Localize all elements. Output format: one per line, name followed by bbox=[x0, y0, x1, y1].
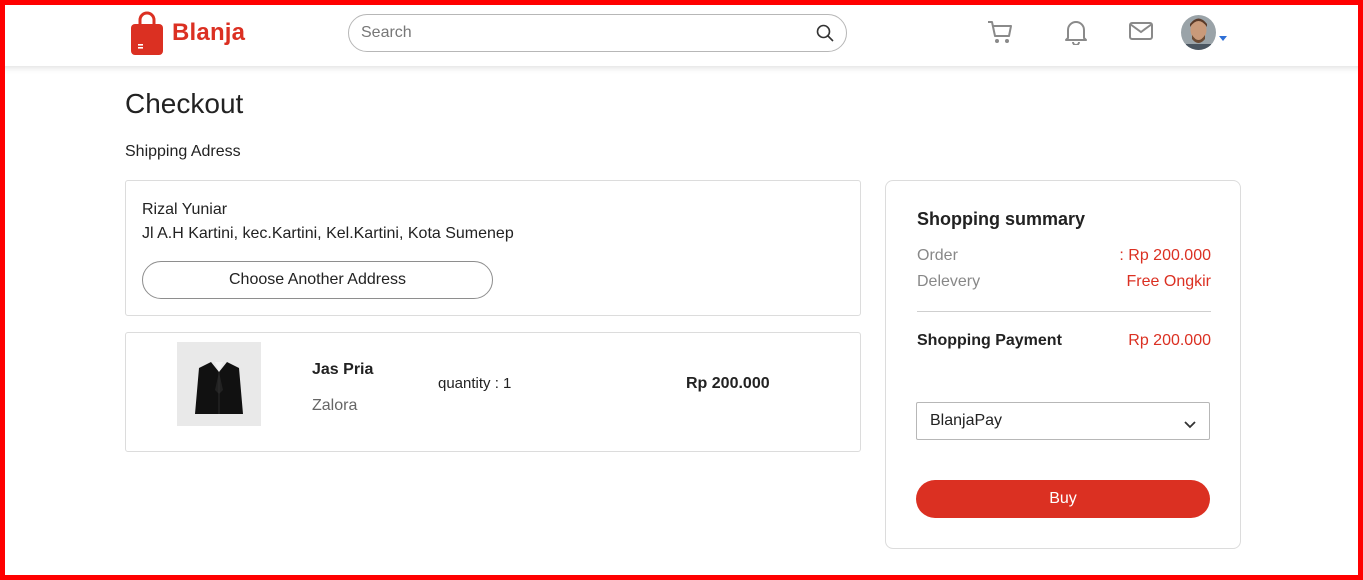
summary-divider bbox=[917, 311, 1211, 312]
page-title: Checkout bbox=[125, 88, 244, 119]
product-name: Jas Pria bbox=[312, 361, 374, 378]
address-line: Jl A.H Kartini, kec.Kartini, Kel.Kartini… bbox=[142, 225, 514, 242]
order-label: Order bbox=[917, 247, 958, 264]
search-bar[interactable] bbox=[348, 14, 847, 52]
choose-another-address-button[interactable]: Choose Another Address bbox=[142, 261, 493, 299]
shopping-summary-card: Shopping summary Order : Rp 200.000 Dele… bbox=[885, 180, 1241, 549]
search-icon[interactable] bbox=[816, 24, 834, 47]
mail-icon[interactable] bbox=[1129, 21, 1153, 46]
product-price: Rp 200.000 bbox=[686, 375, 770, 392]
brand-logo[interactable]: Blanja bbox=[130, 11, 245, 55]
payment-method-value: BlanjaPay bbox=[930, 412, 1003, 429]
search-input[interactable] bbox=[361, 22, 801, 44]
cart-item-card: Jas Pria Zalora quantity : 1 Rp 200.000 bbox=[125, 332, 861, 452]
payment-label: Shopping Payment bbox=[917, 332, 1062, 349]
top-navbar: Blanja bbox=[0, 0, 1363, 66]
recipient-name: Rizal Yuniar bbox=[142, 201, 228, 218]
payment-value: Rp 200.000 bbox=[1128, 332, 1211, 349]
delivery-label: Delevery bbox=[917, 273, 981, 290]
order-value: : Rp 200.000 bbox=[1119, 247, 1211, 264]
delivery-value: Free Ongkir bbox=[1126, 273, 1211, 290]
store-name: Zalora bbox=[312, 397, 358, 414]
user-avatar[interactable] bbox=[1181, 15, 1216, 50]
payment-method-select[interactable]: BlanjaPay bbox=[916, 402, 1210, 440]
chevron-down-icon bbox=[1184, 416, 1196, 434]
bell-icon[interactable] bbox=[1064, 19, 1088, 50]
cart-icon[interactable] bbox=[987, 19, 1013, 50]
shopping-bag-icon bbox=[131, 11, 163, 55]
summary-title: Shopping summary bbox=[917, 209, 1086, 229]
shipping-address-card: Rizal Yuniar Jl A.H Kartini, kec.Kartini… bbox=[125, 180, 861, 316]
product-quantity: quantity : 1 bbox=[438, 375, 512, 392]
product-image bbox=[177, 342, 261, 426]
brand-name: Blanja bbox=[172, 19, 246, 46]
shipping-address-label: Shipping Adress bbox=[125, 143, 241, 160]
buy-button[interactable]: Buy bbox=[916, 480, 1210, 518]
chevron-down-icon[interactable] bbox=[1219, 28, 1227, 46]
